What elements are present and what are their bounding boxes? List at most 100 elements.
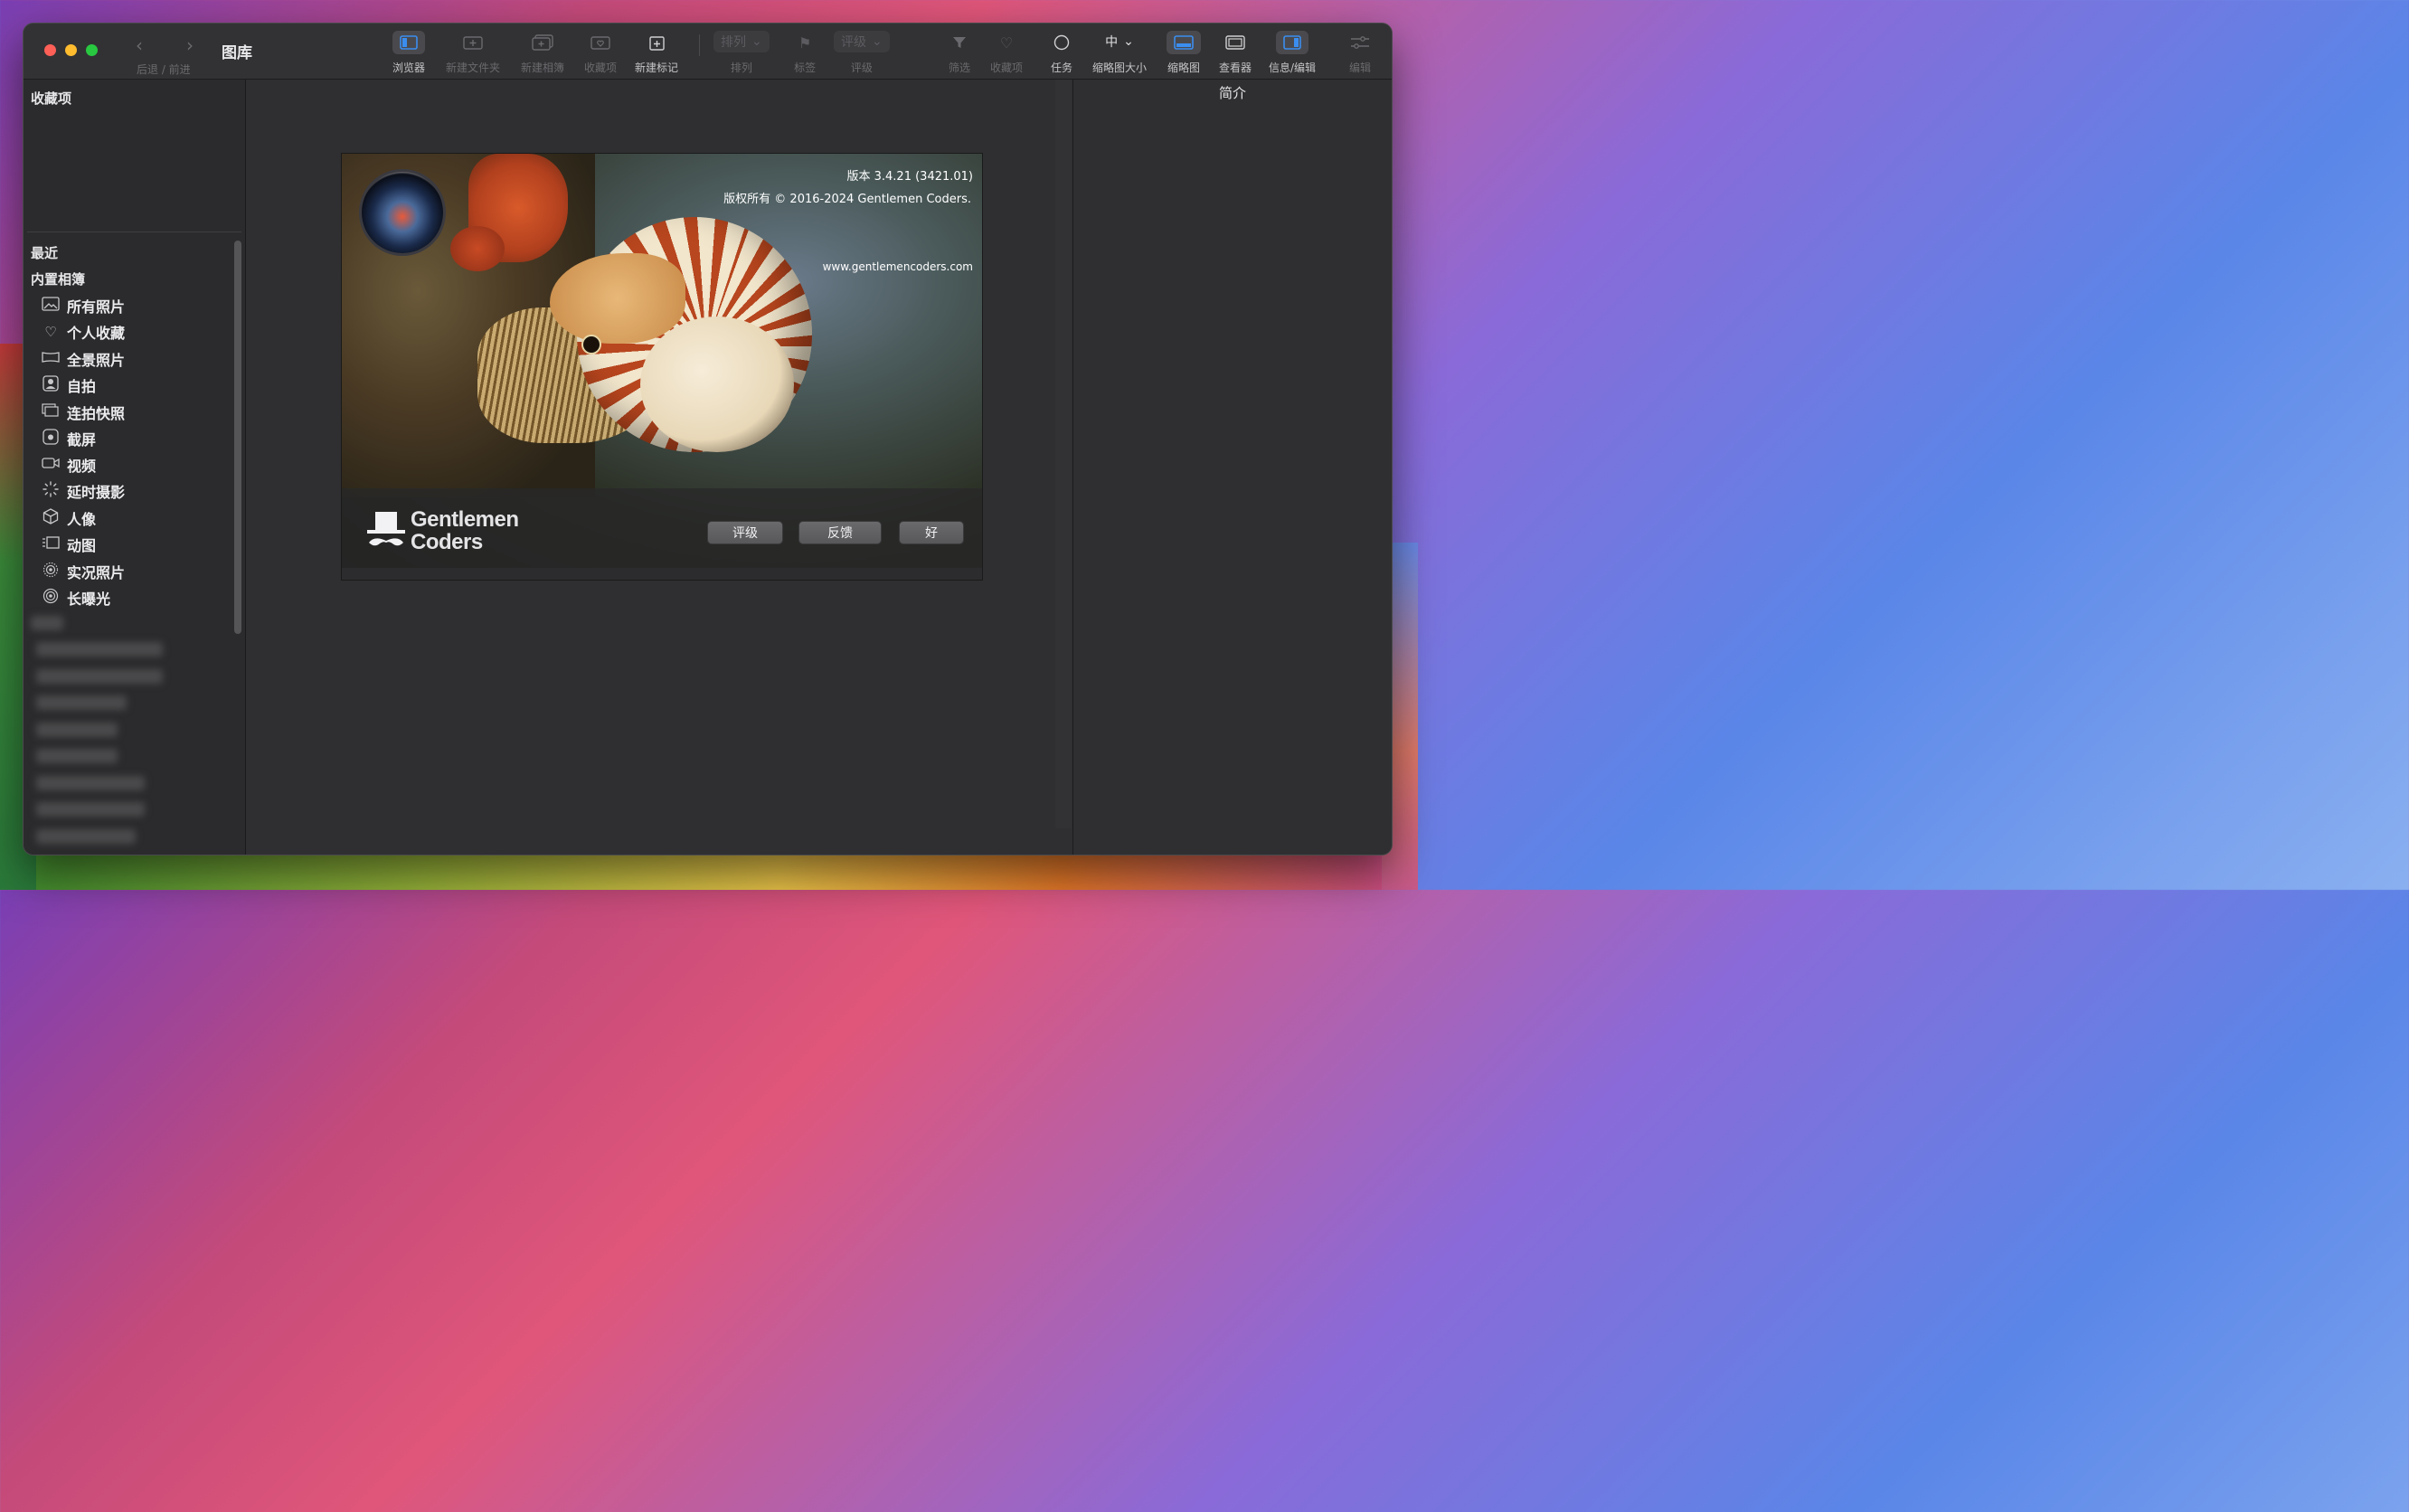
logo-line1: Gentlemen — [411, 507, 519, 532]
heart-icon: ♡ — [44, 324, 57, 340]
rating-value: 评级 — [841, 35, 866, 50]
sidebar-item-label: 动图 — [67, 537, 97, 554]
sidebar-item-bursts[interactable]: 连拍快照 — [42, 402, 125, 423]
blurred-album — [36, 802, 145, 817]
video-icon — [42, 457, 60, 473]
sidebar-item-videos[interactable]: 视频 — [42, 454, 96, 476]
info-edit-button[interactable]: 信息/编辑 — [1269, 31, 1316, 75]
sidebar-item-long-exposure[interactable]: 长曝光 — [42, 587, 110, 609]
sidebar-item-label: 自拍 — [67, 378, 97, 395]
viewer-label: 查看器 — [1218, 61, 1252, 74]
new-album-button[interactable]: 新建相簿 — [521, 31, 564, 75]
sidebar-item-label: 截屏 — [67, 431, 97, 449]
edit-button[interactable]: 编辑 — [1343, 31, 1377, 75]
about-splash-dialog: 版本 3.4.21 (3421.01) 版权所有 © 2016-2024 Gen… — [341, 153, 983, 581]
sliders-icon — [1343, 31, 1377, 54]
photos-icon — [42, 297, 60, 315]
browser-scroll-track[interactable] — [1055, 80, 1072, 828]
zoom-button[interactable] — [86, 44, 98, 56]
thumbnail-size-label: 缩略图大小 — [1092, 61, 1148, 74]
sidebar-item-animated[interactable]: 动图 — [42, 534, 96, 555]
filter-funnel-icon — [945, 31, 974, 54]
sidebar-item-all-photos[interactable]: 所有照片 — [42, 295, 125, 317]
feedback-button[interactable]: 反馈 — [798, 521, 882, 544]
new-folder-icon — [456, 31, 490, 54]
browser-button[interactable]: 浏览器 — [392, 31, 425, 75]
animated-icon — [42, 535, 60, 553]
screenshot-icon — [42, 429, 60, 449]
sidebar-item-portrait[interactable]: 人像 — [42, 507, 96, 529]
app-window: ‹ › 后退 / 前进 图库 浏览器 新建文件夹 新建相簿 收藏项 新建标记 排… — [23, 23, 1393, 855]
favorite-toggle-label: 收藏项 — [990, 61, 1024, 74]
thumbnails-label: 缩略图 — [1167, 61, 1200, 74]
blurred-album — [36, 749, 118, 763]
minimize-button[interactable] — [65, 44, 77, 56]
sidebar-item-screenshots[interactable]: 截屏 — [42, 428, 96, 449]
panorama-icon — [42, 351, 60, 367]
sidebar-item-label: 延时摄影 — [67, 484, 126, 501]
new-tag-label: 新建标记 — [635, 61, 679, 74]
viewer-button[interactable]: 查看器 — [1218, 31, 1252, 75]
long-exposure-icon — [42, 588, 60, 608]
sidebar-item-live-photos[interactable]: 实况照片 — [42, 561, 125, 582]
sidebar-item-selfies[interactable]: 自拍 — [42, 374, 96, 396]
gentlemen-hat-mustache-icon — [367, 512, 405, 546]
sidebar-scrollbar[interactable] — [234, 241, 241, 634]
window-title: 图库 — [222, 44, 252, 62]
sidebar-item-timelapse[interactable]: 延时摄影 — [42, 480, 125, 502]
browser-label: 浏览器 — [392, 61, 426, 74]
app-logo-lens-icon — [362, 172, 443, 253]
website-link[interactable]: www.gentlemencoders.com — [823, 260, 973, 273]
timelapse-icon — [42, 481, 60, 501]
label-button[interactable]: ⚑ 标签 — [791, 31, 818, 75]
rating-label: 评级 — [850, 61, 873, 74]
filter-label: 筛选 — [948, 61, 970, 74]
favorite-folder-icon — [583, 31, 618, 54]
chevron-down-icon: ⌄ — [1123, 34, 1134, 49]
splash-nautilus-eye — [581, 335, 601, 354]
edit-label: 编辑 — [1348, 61, 1371, 74]
filter-button[interactable]: 筛选 — [945, 31, 974, 75]
sort-pill: 排列 ⌄ — [713, 31, 770, 52]
label-label: 标签 — [794, 61, 817, 74]
sidebar-item-label: 人像 — [67, 511, 97, 528]
sidebar-item-panoramas[interactable]: 全景照片 — [42, 348, 125, 370]
close-button[interactable] — [44, 44, 56, 56]
back-arrow-icon[interactable]: ‹ — [136, 34, 143, 56]
rating-pill: 评级 ⌄ — [834, 31, 890, 52]
sidebar-item-label: 视频 — [67, 458, 97, 475]
new-tag-button[interactable]: 新建标记 — [635, 31, 678, 75]
thumbnails-view-button[interactable]: 缩略图 — [1167, 31, 1201, 75]
rating-dropdown[interactable]: 评级 ⌄ 评级 — [834, 31, 890, 75]
sidebar-item-label: 全景照片 — [67, 352, 126, 369]
favorites-section-header: 收藏项 — [31, 90, 72, 107]
heart-outline-icon: ♡ — [999, 33, 1014, 52]
new-folder-button[interactable]: 新建文件夹 — [446, 31, 500, 75]
splash-coral — [450, 226, 505, 271]
forward-arrow-icon[interactable]: › — [186, 34, 194, 56]
favorites-toolbar-button[interactable]: 收藏项 — [583, 31, 618, 75]
builtin-albums-header[interactable]: 内置相簿 — [31, 269, 85, 288]
sidebar-item-label: 连拍快照 — [67, 405, 126, 422]
sidebar-item-label: 个人收藏 — [67, 325, 126, 342]
new-folder-label: 新建文件夹 — [446, 61, 501, 74]
rate-button[interactable]: 评级 — [707, 521, 783, 544]
flag-icon: ⚑ — [798, 33, 812, 52]
splash-bottom-strip — [342, 568, 982, 580]
thumbnail-size-dropdown[interactable]: 中 ⌄ 缩略图大小 — [1092, 31, 1147, 75]
sidebar-item-favorites[interactable]: ♡ 个人收藏 — [42, 321, 125, 343]
new-album-label: 新建相簿 — [521, 61, 565, 74]
live-photo-icon — [42, 562, 60, 581]
sort-dropdown[interactable]: 排列 ⌄ 排列 — [713, 31, 770, 75]
sort-value: 排列 — [721, 35, 746, 50]
back-forward-label: 后退 / 前进 — [137, 63, 191, 76]
ok-button[interactable]: 好 — [899, 521, 964, 544]
sidebar: 收藏项 最近 内置相簿 所有照片 ♡ 个人收藏 全景照片 自拍 连拍快照 截屏 … — [24, 80, 246, 855]
portrait-icon — [42, 508, 60, 528]
logo-line2: Coders — [411, 530, 483, 554]
sidebar-item-recent[interactable]: 最近 — [31, 243, 58, 262]
thumbnail-view-icon — [1167, 31, 1201, 54]
tasks-button[interactable]: 任务 — [1046, 31, 1077, 75]
favorite-toggle-button[interactable]: ♡ 收藏项 — [990, 31, 1023, 75]
splash-nautilus-shell-inner — [640, 317, 794, 452]
